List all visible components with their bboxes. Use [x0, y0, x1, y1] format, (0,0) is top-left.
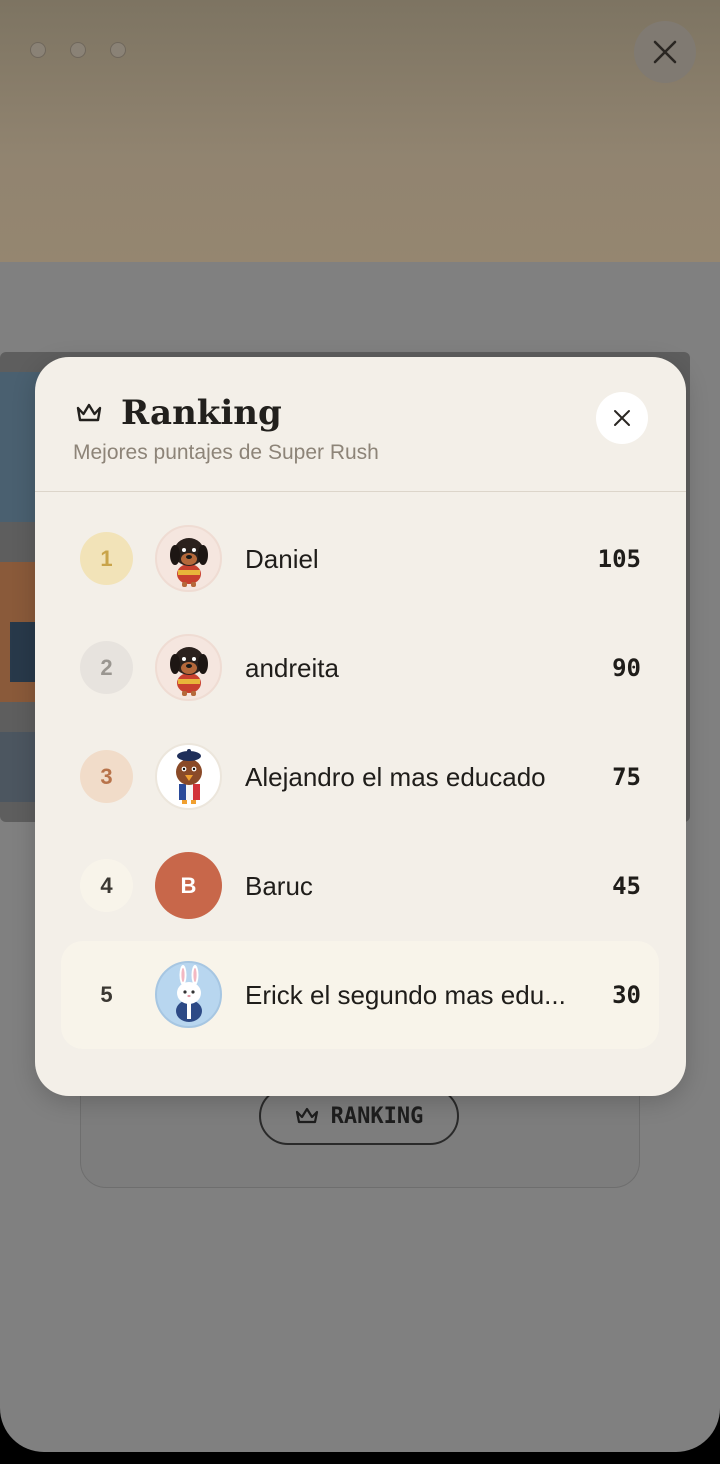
player-score: 105	[597, 545, 641, 573]
modal-subtitle: Mejores puntajes de Super Rush	[73, 441, 379, 464]
game-scenery	[0, 372, 40, 522]
player-score: 45	[612, 872, 641, 900]
modal-title: Ranking	[121, 393, 282, 433]
ranking-row: 1 Daniel 105	[61, 505, 659, 613]
modal-title-row: Ranking	[75, 393, 282, 433]
ranking-row: 3 Alejandro el mas educado 75	[61, 723, 659, 831]
page-dot	[30, 42, 46, 58]
game-header-area	[0, 0, 720, 262]
rank-badge: 4	[80, 859, 133, 912]
ranking-modal: Ranking Mejores puntajes de Super Rush 1	[35, 357, 686, 1096]
game-scenery	[0, 732, 40, 802]
close-game-button[interactable]	[634, 21, 696, 83]
player-score: 75	[612, 763, 641, 791]
rank-badge: 5	[100, 981, 113, 1007]
ranking-row-current-user: 5 Erick el segundo mas edu... 30	[61, 941, 659, 1049]
rank-badge: 2	[80, 641, 133, 694]
player-score: 30	[612, 981, 641, 1009]
player-name: Erick el segundo mas edu...	[245, 979, 566, 1010]
crown-icon	[295, 1107, 318, 1124]
page-dots	[30, 42, 126, 58]
ranking-row: 2 andreita 90	[61, 614, 659, 722]
ranking-button-label: RANKING	[330, 1103, 424, 1129]
page-dot	[110, 42, 126, 58]
crown-icon	[76, 403, 102, 422]
rank-badge: 3	[80, 750, 133, 803]
page-dot	[70, 42, 86, 58]
dachshund-avatar	[155, 525, 222, 592]
player-name: andreita	[245, 652, 339, 683]
close-icon	[653, 40, 677, 64]
rabbit-avatar	[155, 961, 222, 1028]
player-score: 90	[612, 654, 641, 682]
modal-header: Ranking Mejores puntajes de Super Rush	[35, 357, 686, 492]
player-name: Baruc	[245, 870, 313, 901]
close-modal-button[interactable]	[596, 392, 648, 444]
bird-beret-avatar	[155, 743, 222, 810]
player-name: Alejandro el mas educado	[245, 761, 546, 792]
rank-badge: 1	[80, 532, 133, 585]
letter-avatar: B	[155, 852, 222, 919]
player-name: Daniel	[245, 543, 319, 574]
close-icon	[614, 410, 630, 426]
ranking-row: 4 B Baruc 45	[61, 832, 659, 940]
dachshund-avatar	[155, 634, 222, 701]
